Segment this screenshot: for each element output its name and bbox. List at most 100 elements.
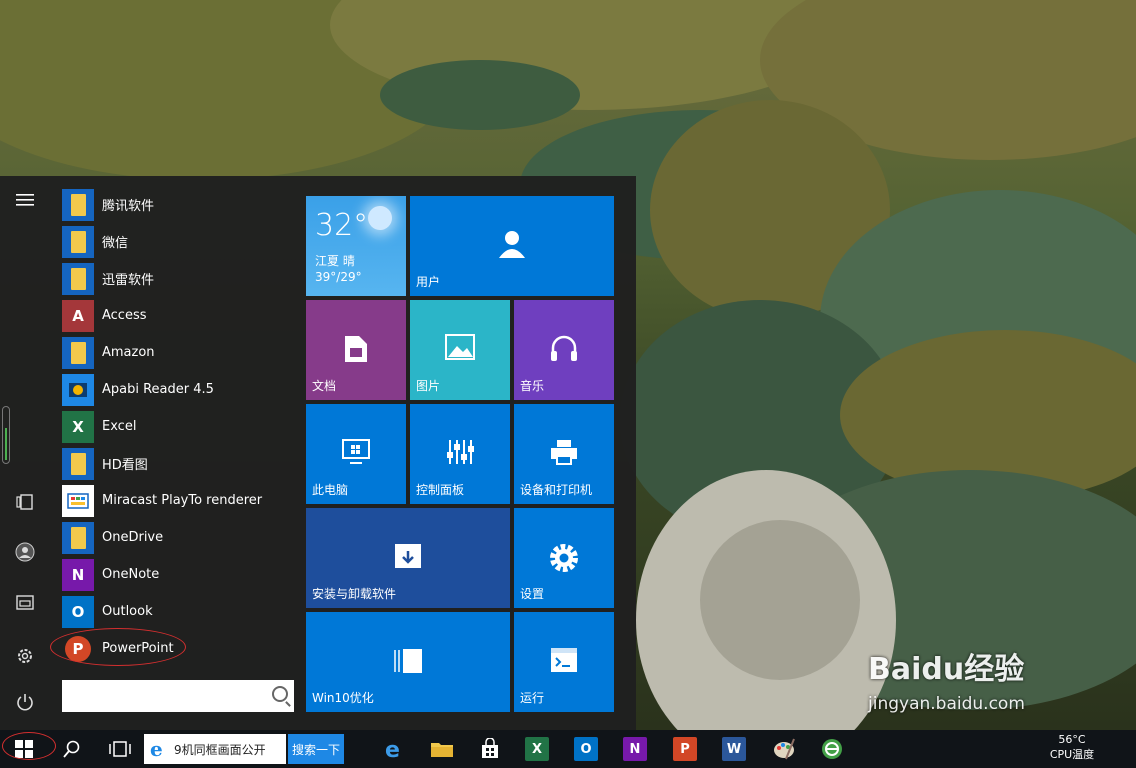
paint-taskbar-button[interactable] [770,735,798,763]
documents-tile[interactable]: 文档 [306,300,406,400]
excel-icon: X [531,741,543,757]
folder-icon [62,447,94,480]
tile-label: 控制面板 [416,483,465,497]
user-tile[interactable]: 用户 [410,196,614,296]
app-item-access[interactable]: A Access [60,297,296,334]
onenote-icon: N [62,558,94,591]
app-item-excel[interactable]: X Excel [60,408,296,445]
onenote-taskbar-button[interactable]: N [623,737,647,761]
volume-slider[interactable] [2,406,10,464]
word-taskbar-button[interactable]: W [722,737,746,761]
sliders-icon [410,438,510,466]
baidu-watermark: Baidu经验 jingyan.baidu.com [868,644,1088,726]
app-item-miracast[interactable]: Miracast PlayTo renderer [60,482,296,519]
install-uninstall-tile[interactable]: 安装与卸载软件 [306,508,510,608]
picture-icon [410,334,510,360]
user-avatar-icon [15,542,35,562]
weather-range: 39°/29° [315,270,362,284]
weather-tile[interactable]: 32° 江夏 晴 39°/29° [306,196,406,296]
start-menu-rail [0,176,50,730]
power-icon [17,694,33,711]
app-label: 微信 [102,236,129,251]
folder-icon [62,225,94,258]
cpu-temperature-widget[interactable]: 56°C CPU温度 [1042,732,1102,762]
tile-label: 音乐 [520,379,545,393]
taskbar: e 9机同框画面公开 搜索一下 e X O N P W 56°C CPU温度 [0,730,1136,768]
pictures-tile[interactable]: 图片 [410,300,510,400]
file-explorer-button[interactable] [428,735,456,763]
app-label: 迅雷软件 [102,273,155,288]
expand-menu-button[interactable] [0,180,50,220]
search-go-button[interactable]: 搜索一下 [288,734,344,764]
app-item-outlook[interactable]: O Outlook [60,593,296,630]
task-view-rail-button[interactable] [0,482,50,522]
svg-text:e: e [385,738,400,761]
outlook-icon: O [580,741,592,757]
account-button[interactable] [0,532,50,572]
box-download-icon [306,542,510,570]
win10-optimize-tile[interactable]: Win10优化 [306,612,510,712]
file-explorer-rail-button[interactable] [0,582,50,622]
app-label: OneDrive [102,530,164,545]
file-explorer-icon [16,595,34,610]
folder-icon [62,521,94,554]
excel-icon: X [62,410,94,443]
excel-taskbar-button[interactable]: X [525,737,549,761]
folder-icon [62,188,94,221]
app-item-amazon[interactable]: Amazon [60,334,296,371]
weather-city: 江夏 晴 [315,254,355,268]
settings-tile[interactable]: 设置 [514,508,614,608]
outlook-taskbar-button[interactable]: O [574,737,598,761]
apabi-icon [62,373,94,406]
power-button[interactable] [0,682,50,722]
app-item-onenote[interactable]: N OneNote [60,556,296,593]
360-browser-taskbar-button[interactable] [818,735,846,763]
devices-printers-tile[interactable]: 设备和打印机 [514,404,614,504]
app-item-wechat[interactable]: 微信 [60,223,296,260]
run-tile[interactable]: 运行 [514,612,614,712]
tile-label: 设置 [520,587,545,601]
music-tile[interactable]: 音乐 [514,300,614,400]
edge-button[interactable]: e [380,735,408,763]
app-item-hd-viewer[interactable]: HD看图 [60,445,296,482]
folder-icon [62,336,94,369]
app-label: Access [102,308,147,323]
app-item-xunlei[interactable]: 迅雷软件 [60,260,296,297]
control-panel-tile[interactable]: 控制面板 [410,404,510,504]
app-item-apabi[interactable]: Apabi Reader 4.5 [60,371,296,408]
store-button[interactable] [476,735,504,763]
outlook-icon: O [62,595,94,628]
headphones-icon [514,334,614,362]
app-label: OneNote [102,567,160,582]
task-view-button[interactable] [106,735,134,763]
settings-rail-button[interactable] [0,636,50,676]
onenote-icon: N [629,741,641,757]
ie-search-box[interactable]: e 9机同框画面公开 [144,734,286,764]
edge-icon: e [385,738,400,761]
app-item-onedrive[interactable]: OneDrive [60,519,296,556]
tile-label: 运行 [520,691,545,705]
task-view-icon [109,741,131,757]
tile-label: Win10优化 [312,691,374,705]
watermark-brand: Baidu经验 [868,652,1025,687]
app-label: Miracast PlayTo renderer [102,493,263,508]
this-pc-tile[interactable]: 此电脑 [306,404,406,504]
sun-icon [368,206,392,230]
app-label: Excel [102,419,137,434]
search-button[interactable] [58,735,86,763]
panel-icon [306,648,510,674]
powerpoint-taskbar-button[interactable]: P [673,737,697,761]
highlight-ring [50,628,186,666]
search-input[interactable] [62,680,294,712]
cpu-temp-label: CPU温度 [1049,748,1095,761]
app-label: 腾讯软件 [102,199,155,214]
app-item-tencent[interactable]: 腾讯软件 [60,186,296,223]
cpu-temp-value: 56°C [1058,733,1086,746]
monitor-icon [306,438,406,466]
search-icon [63,740,80,758]
360-browser-icon [822,739,842,759]
weather-temperature: 32° [315,208,369,243]
tile-label: 文档 [312,379,337,393]
run-icon [514,646,614,674]
gear-icon [18,649,32,663]
